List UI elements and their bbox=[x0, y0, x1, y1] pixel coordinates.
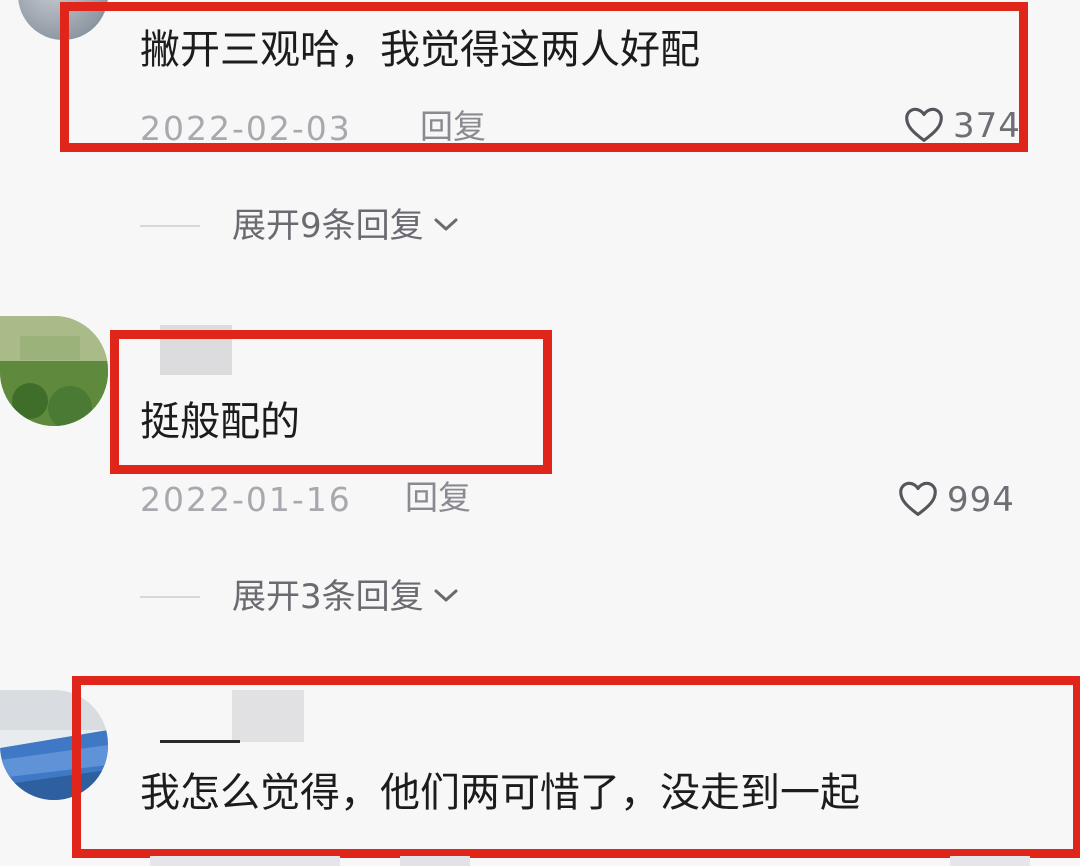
reply-button[interactable]: 回复 bbox=[405, 481, 471, 514]
highlight-box bbox=[110, 330, 552, 474]
expand-replies-label: 展开3条回复 bbox=[232, 577, 424, 617]
divider-line bbox=[140, 596, 200, 598]
avatar[interactable] bbox=[0, 316, 108, 426]
highlight-box bbox=[72, 676, 1080, 858]
expand-replies-label: 展开9条回复 bbox=[232, 206, 424, 246]
like-count: 994 bbox=[947, 480, 1015, 520]
highlight-box bbox=[60, 2, 1028, 152]
comment-date: 2022-01-16 bbox=[140, 480, 352, 519]
chevron-down-icon bbox=[432, 585, 460, 609]
heart-outline-icon bbox=[897, 479, 939, 521]
expand-replies-button[interactable]: 展开9条回复 bbox=[140, 204, 460, 248]
divider-line bbox=[140, 225, 200, 227]
expand-replies-button[interactable]: 展开3条回复 bbox=[140, 575, 460, 619]
chevron-down-icon bbox=[432, 214, 460, 238]
like-button[interactable]: 994 bbox=[897, 480, 1015, 520]
comment-meta-cropped bbox=[0, 840, 1080, 866]
